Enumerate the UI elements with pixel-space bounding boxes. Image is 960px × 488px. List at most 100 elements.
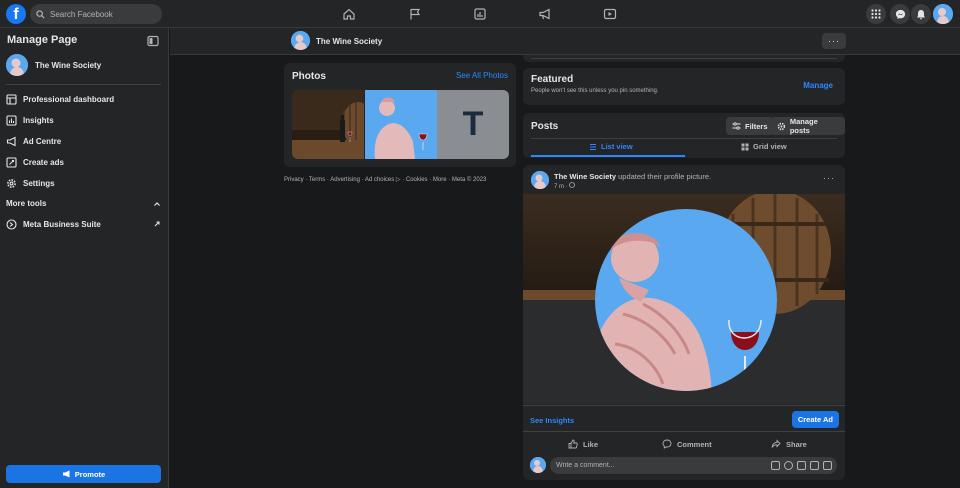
comment-tools xyxy=(771,461,832,470)
thumbnail-letter: T xyxy=(462,105,484,143)
page-avatar xyxy=(6,54,28,76)
flag-icon[interactable] xyxy=(407,6,423,22)
like-label: Like xyxy=(583,439,599,449)
sidebar-divider xyxy=(6,84,161,85)
meta-business-suite-icon xyxy=(6,219,17,230)
filters-label: Filters xyxy=(745,121,768,131)
photo-thumbnail-letter[interactable]: T xyxy=(437,90,509,159)
emoji-icon[interactable] xyxy=(784,461,793,470)
sidebar-item-label: Settings xyxy=(23,179,55,188)
tab-label: List view xyxy=(601,142,633,151)
comment-icon xyxy=(662,439,672,449)
megaphone-icon[interactable] xyxy=(537,6,553,22)
header-more-button[interactable]: ··· xyxy=(822,33,846,49)
insights-icon xyxy=(6,115,17,126)
tab-list-view[interactable]: List view xyxy=(589,142,633,151)
chart-icon[interactable] xyxy=(472,6,488,22)
account-avatar[interactable] xyxy=(933,4,953,24)
promote-label: Promote xyxy=(74,469,106,479)
post-header-text: The Wine Society updated their profile p… xyxy=(554,172,711,181)
post-author-avatar[interactable] xyxy=(531,171,549,189)
featured-title: Featured xyxy=(531,74,574,85)
see-insights-link[interactable]: See Insights xyxy=(530,416,574,425)
featured-card: Featured People won't see this unless yo… xyxy=(523,68,845,105)
search-icon xyxy=(36,9,45,19)
sidebar-item-meta-business-suite[interactable]: Meta Business Suite xyxy=(6,219,101,230)
dashboard-icon xyxy=(6,94,17,105)
post-insights-bar: See Insights Create Ad xyxy=(523,405,845,432)
sidebar-item-label: Create ads xyxy=(23,158,64,167)
globe-icon xyxy=(569,182,576,188)
promote-button[interactable]: Promote xyxy=(6,465,161,483)
chevron-up-icon[interactable] xyxy=(153,200,161,208)
sidebar-item-create-ads[interactable]: Create ads xyxy=(6,157,64,168)
sidebar-item-professional-dashboard[interactable]: Professional dashboard xyxy=(6,94,114,105)
menu-grid-icon[interactable] xyxy=(866,4,886,24)
home-icon[interactable] xyxy=(341,6,357,22)
featured-manage-link[interactable]: Manage xyxy=(803,81,833,90)
create-ad-button[interactable]: Create Ad xyxy=(791,411,839,428)
filters-icon xyxy=(732,122,741,130)
posts-divider xyxy=(531,138,837,139)
comment-composer xyxy=(530,457,838,475)
posts-title: Posts xyxy=(531,121,559,132)
comment-button[interactable]: Comment xyxy=(662,439,712,449)
post-image[interactable] xyxy=(523,194,845,404)
active-tab-indicator xyxy=(531,155,685,157)
gear-icon xyxy=(777,122,786,130)
featured-subtitle: People won't see this unless you pin som… xyxy=(531,88,659,94)
header-page-avatar[interactable] xyxy=(291,31,310,50)
posts-card: Posts Filters Manage posts List view Gri… xyxy=(523,113,845,158)
tab-grid-view[interactable]: Grid view xyxy=(741,142,787,151)
bell-icon[interactable] xyxy=(911,4,931,24)
more-tools-heading[interactable]: More tools xyxy=(6,199,46,208)
post-more-button[interactable]: ··· xyxy=(823,173,835,183)
camera-icon[interactable] xyxy=(797,461,806,470)
photos-card: Photos See All Photos T xyxy=(284,63,516,167)
card-top-edge xyxy=(523,55,845,62)
list-icon xyxy=(590,143,596,150)
grid-icon xyxy=(741,143,749,150)
manage-page-sidebar: Manage Page The Wine Society Professiona… xyxy=(0,28,169,488)
photo-thumbnail-wine-barrel[interactable] xyxy=(292,90,364,159)
avatar-sticker-icon[interactable] xyxy=(823,461,832,470)
sidebar-item-label: Insights xyxy=(23,116,54,125)
footer-links[interactable]: Privacy · Terms · Advertising · Ad choic… xyxy=(284,176,486,183)
sidebar-item-insights[interactable]: Insights xyxy=(6,115,54,126)
sidebar-collapse-icon[interactable] xyxy=(147,35,159,47)
like-button[interactable]: Like xyxy=(568,439,598,449)
sticker-icon[interactable] xyxy=(771,461,780,470)
tab-label: Grid view xyxy=(753,142,787,151)
share-label: Share xyxy=(786,439,807,449)
megaphone-icon xyxy=(62,470,70,478)
video-icon[interactable] xyxy=(602,6,618,22)
post-author-name[interactable]: The Wine Society xyxy=(554,172,616,181)
sidebar-item-label: Professional dashboard xyxy=(23,95,115,104)
gear-icon xyxy=(6,178,17,189)
see-all-photos-link[interactable]: See All Photos xyxy=(456,71,508,80)
facebook-logo[interactable]: f xyxy=(6,4,26,24)
top-navigation-bar: f xyxy=(0,0,960,28)
post-card: The Wine Society updated their profile p… xyxy=(523,165,845,480)
gif-icon[interactable] xyxy=(810,461,819,470)
sidebar-item-ad-centre[interactable]: Ad Centre xyxy=(6,136,61,147)
manage-posts-label: Manage posts xyxy=(789,117,818,135)
share-button[interactable]: Share xyxy=(771,439,807,449)
manage-posts-button[interactable]: Manage posts xyxy=(771,117,845,135)
search-box[interactable] xyxy=(30,4,162,24)
commenter-avatar xyxy=(530,457,546,473)
external-link-icon xyxy=(153,220,161,228)
messenger-icon[interactable] xyxy=(890,4,910,24)
sidebar-item-settings[interactable]: Settings xyxy=(6,178,55,189)
filters-button[interactable]: Filters xyxy=(726,117,774,135)
sidebar-page-name: The Wine Society xyxy=(35,60,102,70)
search-input[interactable] xyxy=(50,9,150,19)
post-timestamp[interactable]: 7 m · xyxy=(554,182,576,190)
thumbs-up-icon xyxy=(568,439,578,449)
photo-thumbnail-statue[interactable] xyxy=(365,90,437,159)
comment-label: Comment xyxy=(677,439,712,449)
sidebar-page-link[interactable]: The Wine Society xyxy=(6,54,101,76)
sidebar-item-label: Meta Business Suite xyxy=(23,220,101,229)
header-page-name[interactable]: The Wine Society xyxy=(316,37,382,46)
sidebar-title: Manage Page xyxy=(7,34,78,46)
